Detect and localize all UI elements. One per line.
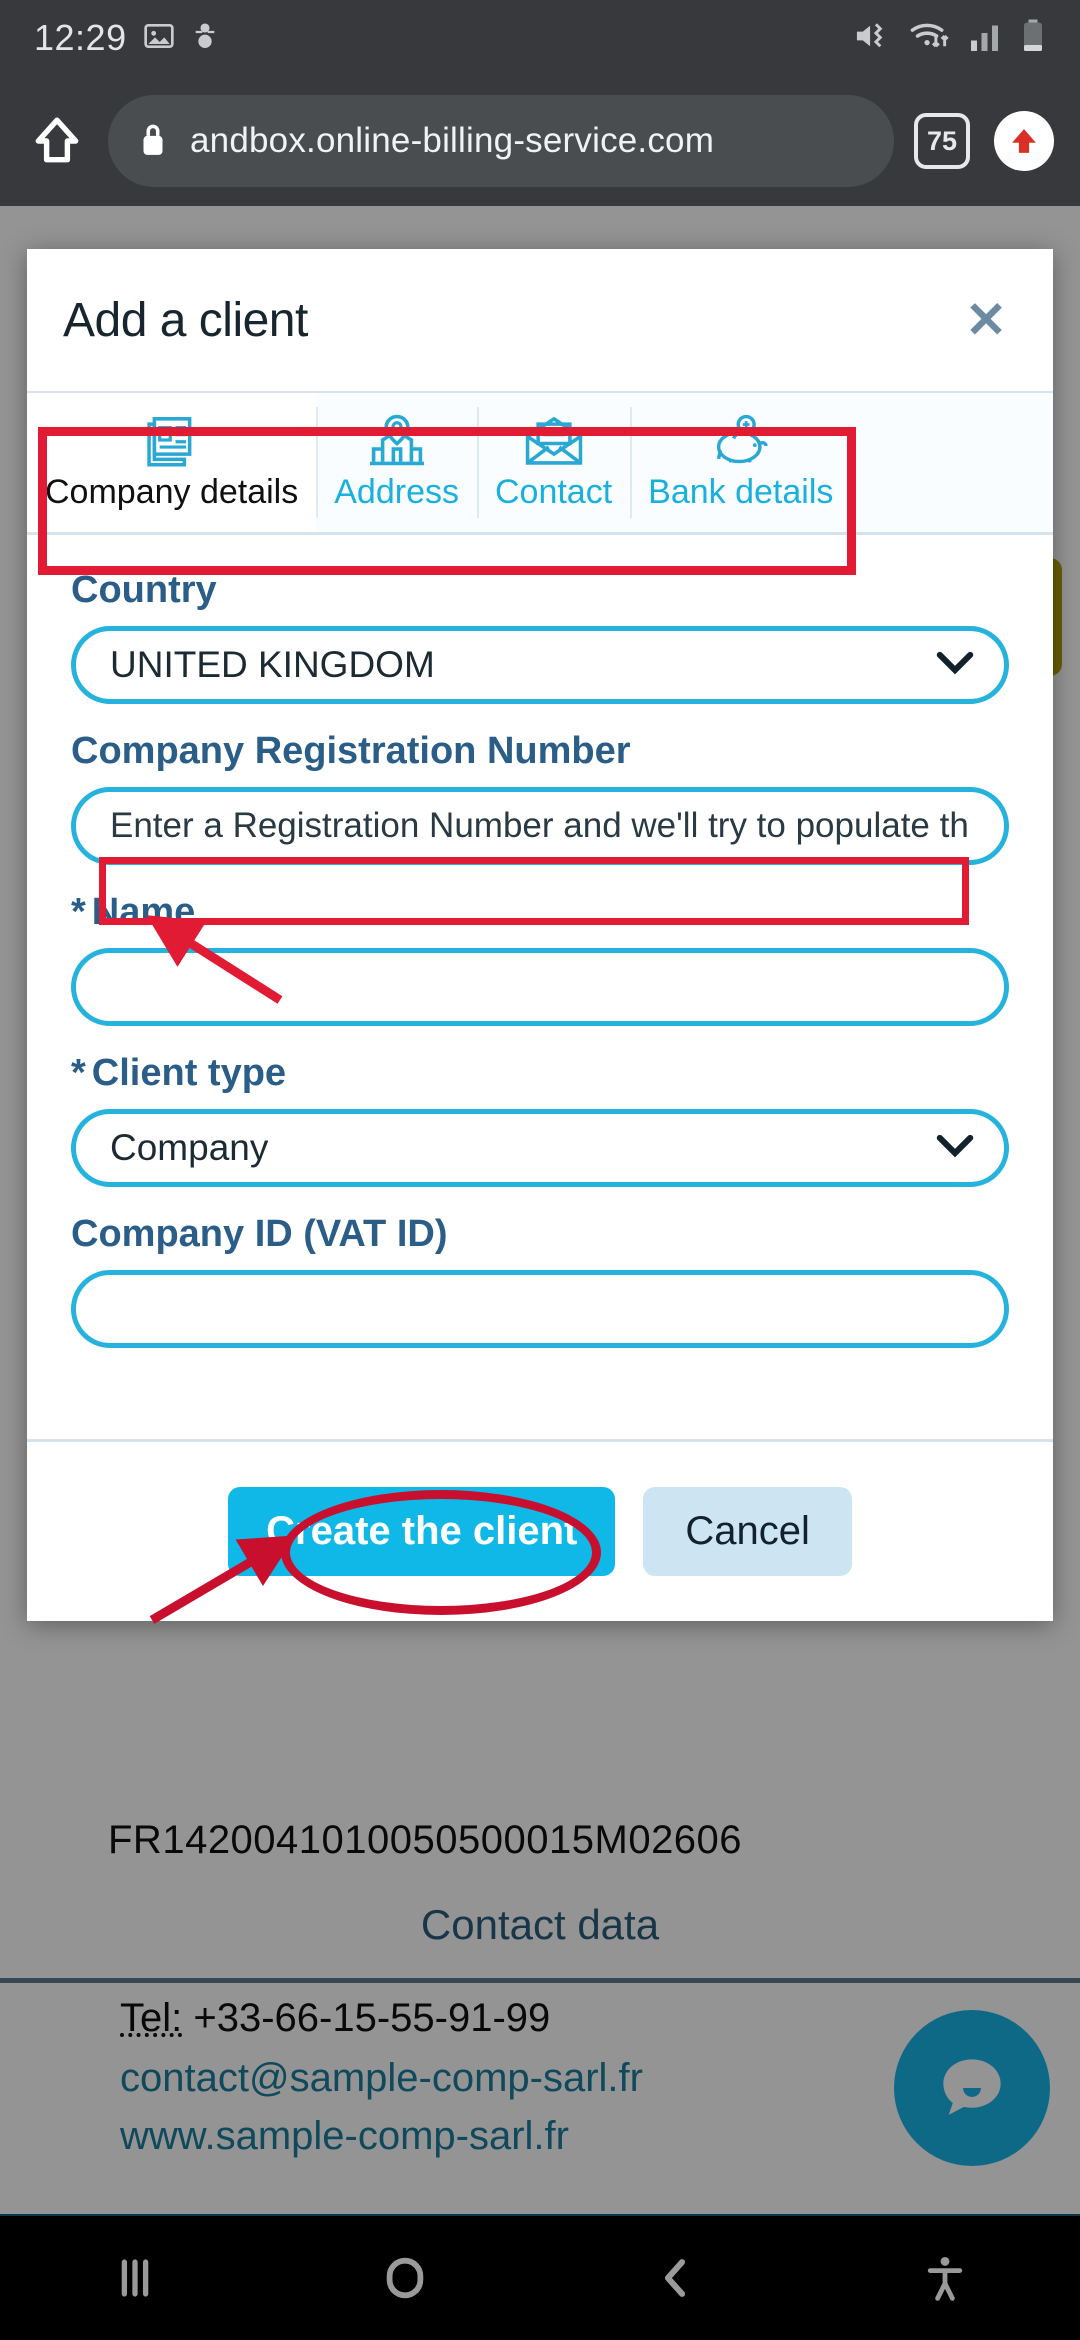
- country-select[interactable]: UNITED KINGDOM: [71, 626, 1009, 704]
- client-type-value: Company: [110, 1127, 269, 1168]
- client-type-label-text: Client type: [91, 1052, 287, 1094]
- url-text: andbox.online-billing-service.com: [190, 121, 715, 160]
- company-id-input[interactable]: [71, 1270, 1009, 1348]
- phone-screen: 12:29 andbox.online-billing-service.com …: [0, 0, 1080, 2340]
- tab-company-details[interactable]: Company details: [27, 393, 317, 532]
- modal-footer: Create the client Cancel: [27, 1439, 1053, 1621]
- close-icon[interactable]: ✕: [955, 289, 1017, 351]
- modal-tabs: Company details Address Contact Bank det…: [27, 393, 1053, 535]
- tab-label: Address: [334, 473, 459, 511]
- home-icon[interactable]: [26, 110, 88, 172]
- back-chevron-icon[interactable]: [605, 2228, 745, 2328]
- home-circle-icon[interactable]: [335, 2228, 475, 2328]
- registration-number-label: Company Registration Number: [71, 730, 631, 772]
- status-bar-right: [854, 18, 1046, 59]
- map-pin-building-icon: [368, 413, 426, 467]
- status-clock: 12:29: [34, 17, 127, 58]
- wifi-icon: [908, 19, 952, 58]
- registration-number-input[interactable]: Enter a Registration Number and we'll tr…: [71, 787, 1009, 865]
- name-label: * Name: [71, 891, 1009, 934]
- add-client-modal: Add a client ✕ Company details Address C…: [27, 249, 1053, 1621]
- id-card-icon: [142, 413, 202, 467]
- recents-icon[interactable]: [65, 2228, 205, 2328]
- signal-icon: [968, 19, 1004, 58]
- company-id-label: Company ID (VAT ID): [71, 1213, 448, 1255]
- field-name: * Name: [71, 891, 1009, 1026]
- battery-icon: [1020, 18, 1046, 59]
- country-value: UNITED KINGDOM: [110, 644, 435, 685]
- field-company-id: Company ID (VAT ID): [71, 1213, 1009, 1348]
- snowman-icon: [191, 20, 219, 57]
- required-marker: *: [71, 891, 86, 933]
- name-label-text: Name: [91, 891, 196, 933]
- piggy-bank-icon: [710, 413, 772, 467]
- registration-number-placeholder: Enter a Registration Number and we'll tr…: [110, 806, 970, 845]
- mute-vibrate-icon: [854, 19, 892, 58]
- tab-label: Company details: [45, 473, 299, 511]
- browser-toolbar: andbox.online-billing-service.com 75: [0, 76, 1080, 206]
- required-marker: *: [71, 1052, 86, 1094]
- create-client-button[interactable]: Create the client: [228, 1487, 616, 1576]
- chevron-down-icon: [936, 651, 974, 680]
- field-registration-number: Company Registration Number Enter a Regi…: [71, 730, 1009, 865]
- tab-address[interactable]: Address: [316, 393, 477, 532]
- open-envelope-icon: [524, 413, 584, 467]
- status-bar-left: 12:29: [34, 17, 219, 59]
- modal-header: Add a client ✕: [27, 249, 1053, 393]
- tab-count-button[interactable]: 75: [914, 113, 970, 169]
- arrow-up-icon[interactable]: [994, 111, 1054, 171]
- country-label: Country: [71, 569, 217, 611]
- company-details-form: Country UNITED KINGDOM Company Registrat…: [27, 535, 1053, 1348]
- accessibility-icon[interactable]: [875, 2228, 1015, 2328]
- tab-bank-details[interactable]: Bank details: [630, 393, 851, 532]
- field-country: Country UNITED KINGDOM: [71, 569, 1009, 704]
- lock-icon: [138, 120, 168, 163]
- name-input[interactable]: [71, 948, 1009, 1026]
- url-bar[interactable]: andbox.online-billing-service.com: [108, 95, 894, 187]
- android-nav-bar: [0, 2216, 1080, 2340]
- tab-label: Bank details: [648, 473, 834, 511]
- page-title: Add a client: [63, 293, 308, 347]
- tab-contact[interactable]: Contact: [476, 393, 630, 532]
- image-icon: [143, 20, 175, 57]
- tab-label: Contact: [494, 473, 613, 511]
- client-type-label: * Client type: [71, 1052, 1009, 1095]
- status-bar: 12:29: [0, 0, 1080, 76]
- cancel-button[interactable]: Cancel: [643, 1487, 852, 1576]
- chevron-down-icon: [936, 1134, 974, 1163]
- client-type-select[interactable]: Company: [71, 1109, 1009, 1187]
- field-client-type: * Client type Company: [71, 1052, 1009, 1187]
